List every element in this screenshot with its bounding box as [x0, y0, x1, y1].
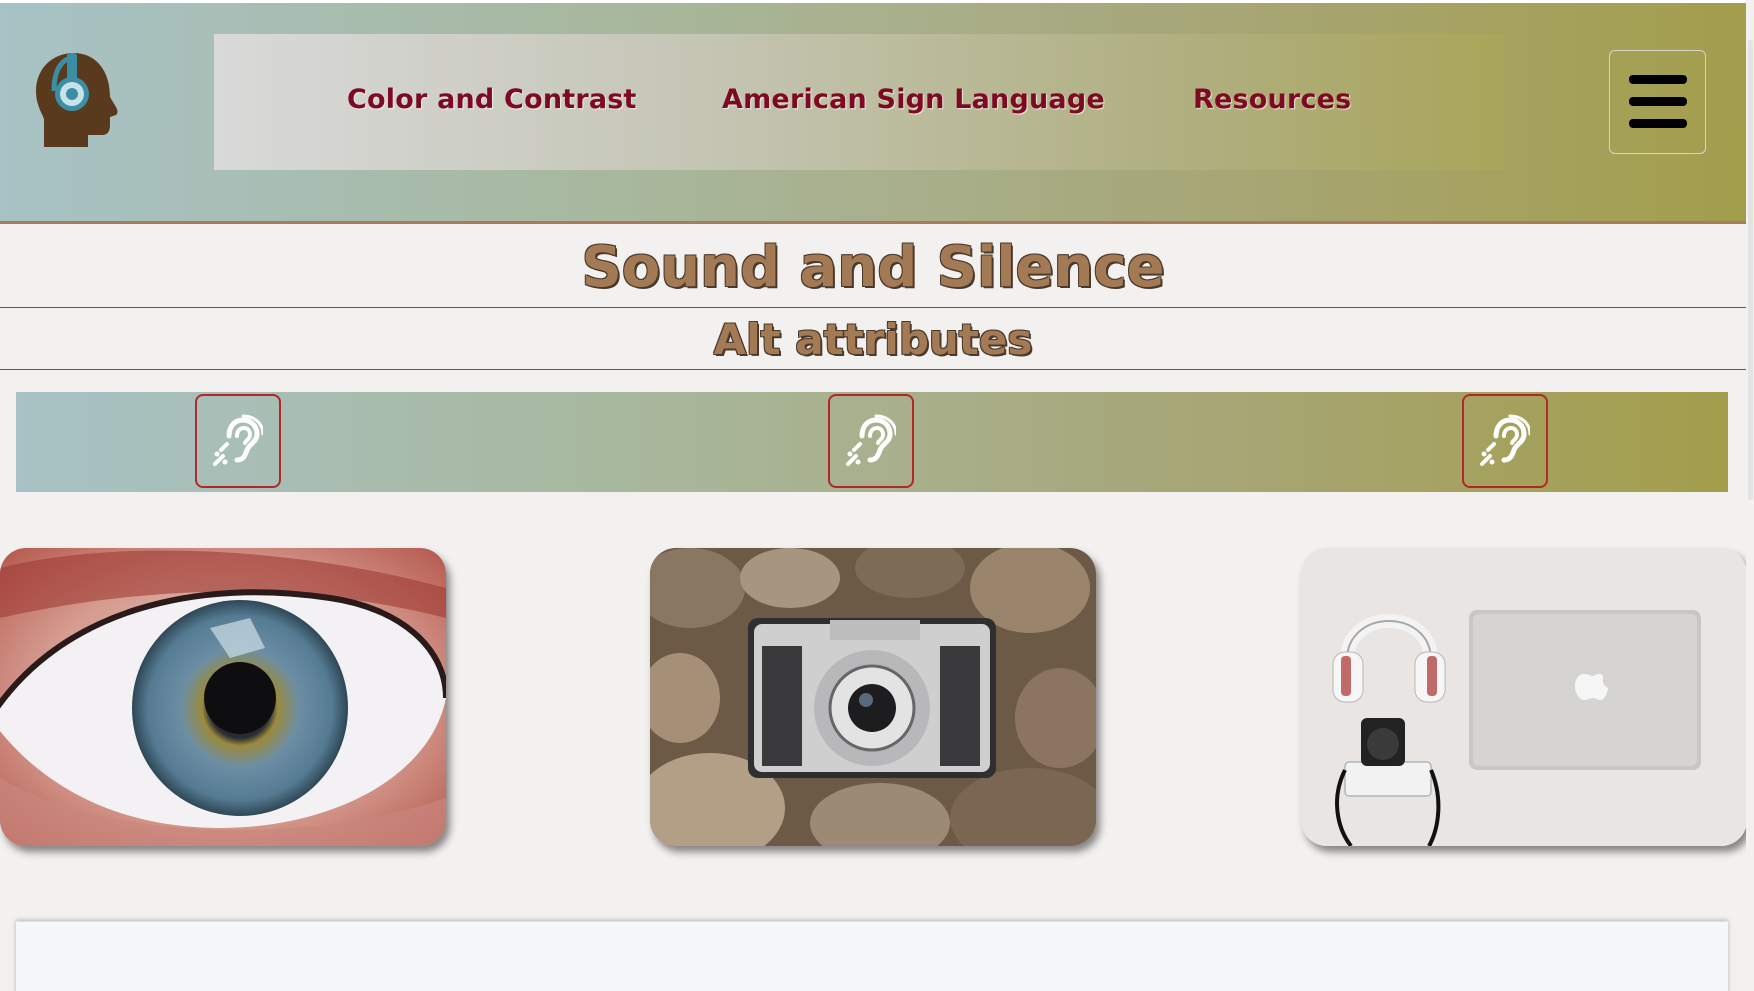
- head-with-headphones-icon[interactable]: [32, 47, 118, 151]
- hearing-assist-icon: [1480, 414, 1530, 466]
- vertical-scrollbar[interactable]: [1746, 0, 1754, 991]
- title-divider: [0, 307, 1746, 308]
- hearing-assist-icon: [213, 414, 263, 466]
- scrollbar-thumb[interactable]: [1748, 40, 1753, 500]
- hamburger-menu-icon: [1628, 75, 1687, 128]
- headphones-laptop-camera-image: [1301, 548, 1746, 846]
- camera-image: [650, 548, 1096, 846]
- hearing-assist-icon: [846, 414, 896, 466]
- page-title: Sound and Silence: [581, 235, 1165, 300]
- subtitle-divider: [0, 369, 1746, 370]
- audio-description-bar: [16, 392, 1728, 492]
- audio-description-button[interactable]: [828, 394, 914, 488]
- page: Color and Contrast American Sign Languag…: [0, 0, 1754, 991]
- page-subtitle: Alt attributes: [713, 315, 1033, 364]
- nav-link-color-and-contrast[interactable]: Color and Contrast: [347, 84, 637, 115]
- eye-image: [0, 548, 446, 846]
- nav-link-resources[interactable]: Resources: [1193, 84, 1351, 115]
- audio-description-button[interactable]: [195, 394, 281, 488]
- main-content: Color and Contrast American Sign Languag…: [0, 0, 1746, 991]
- nav-link-american-sign-language[interactable]: American Sign Language: [722, 84, 1105, 115]
- content-panel: [16, 921, 1728, 991]
- menu-toggle-button[interactable]: [1609, 50, 1706, 154]
- main-navigation: Color and Contrast American Sign Languag…: [214, 34, 1504, 170]
- site-header: Color and Contrast American Sign Languag…: [0, 3, 1746, 224]
- audio-description-button[interactable]: [1462, 394, 1548, 488]
